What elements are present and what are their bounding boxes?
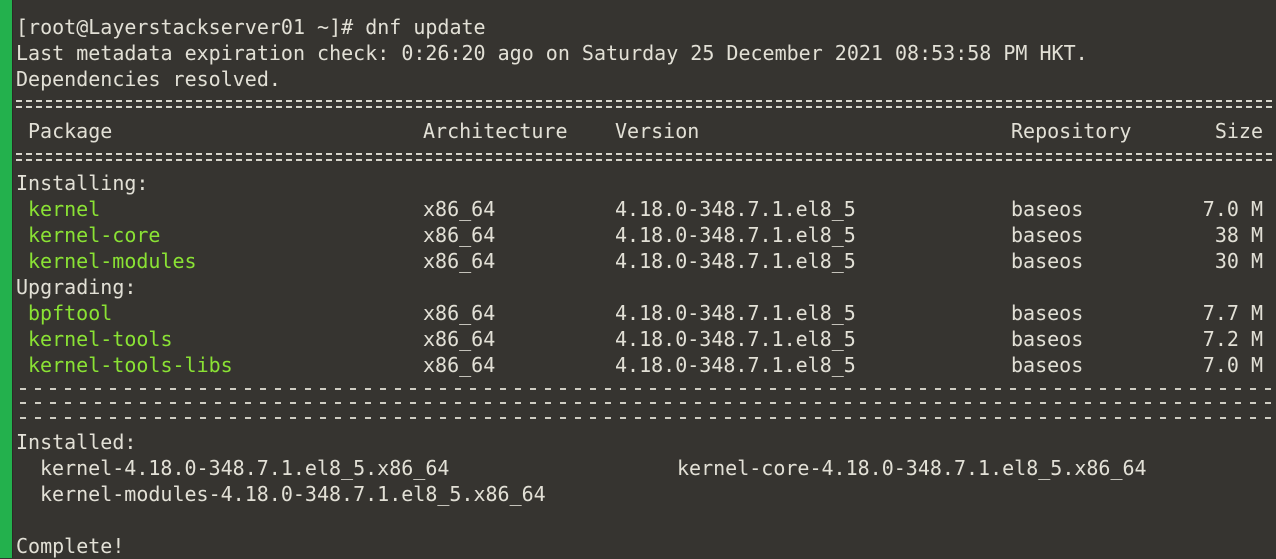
installed-label: Installed: xyxy=(16,430,137,454)
header-arch: Architecture xyxy=(423,119,568,143)
deps-line: Dependencies resolved. xyxy=(16,67,281,91)
divider xyxy=(12,0,13,558)
package-version: 4.18.0-348.7.1.el8_5 xyxy=(615,301,856,325)
package-size: 7.2 M xyxy=(1202,327,1263,351)
package-size: 7.0 M xyxy=(1202,197,1263,221)
package-repo: baseos xyxy=(1011,223,1084,247)
package-arch: x86_64 xyxy=(423,197,496,221)
package-name: kernel-modules xyxy=(28,249,197,273)
metadata-line: Last metadata expiration check: 0:26:20 … xyxy=(16,41,1088,65)
package-name: kernel-tools-libs xyxy=(28,353,233,377)
package-arch: x86_64 xyxy=(423,353,496,377)
package-name: kernel-core xyxy=(28,223,161,247)
installed-item: kernel-modules-4.18.0-348.7.1.el8_5.x86_… xyxy=(40,482,546,506)
package-version: 4.18.0-348.7.1.el8_5 xyxy=(615,197,856,221)
installed-item: kernel-core-4.18.0-348.7.1.el8_5.x86_64 xyxy=(677,456,1147,480)
upgrading-label: Upgrading: xyxy=(16,275,137,299)
package-size: 30 M xyxy=(1214,249,1263,273)
package-arch: x86_64 xyxy=(423,327,496,351)
installed-item: kernel-4.18.0-348.7.1.el8_5.x86_64 xyxy=(40,456,450,480)
dashed-separator xyxy=(20,417,1272,419)
header-repo: Repository xyxy=(1011,119,1132,143)
package-arch: x86_64 xyxy=(423,301,496,325)
separator-rule xyxy=(16,100,1272,108)
dashed-separator xyxy=(20,388,1272,390)
package-size: 38 M xyxy=(1214,223,1263,247)
package-repo: baseos xyxy=(1011,301,1084,325)
package-name: bpftool xyxy=(28,301,113,325)
complete-line: Complete! xyxy=(16,534,125,558)
separator-rule xyxy=(16,153,1272,161)
package-version: 4.18.0-348.7.1.el8_5 xyxy=(615,223,856,247)
package-version: 4.18.0-348.7.1.el8_5 xyxy=(615,353,856,377)
header-size: Size xyxy=(1214,119,1263,143)
package-arch: x86_64 xyxy=(423,249,496,273)
window-edge xyxy=(0,0,12,558)
package-repo: baseos xyxy=(1011,353,1084,377)
package-repo: baseos xyxy=(1011,327,1084,351)
header-package: Package xyxy=(28,119,113,143)
package-repo: baseos xyxy=(1011,197,1084,221)
package-size: 7.7 M xyxy=(1202,301,1263,325)
package-version: 4.18.0-348.7.1.el8_5 xyxy=(615,327,856,351)
installing-label: Installing: xyxy=(16,171,149,195)
dashed-separator xyxy=(20,402,1272,404)
package-repo: baseos xyxy=(1011,249,1084,273)
package-name: kernel-tools xyxy=(28,327,173,351)
package-version: 4.18.0-348.7.1.el8_5 xyxy=(615,249,856,273)
package-arch: x86_64 xyxy=(423,223,496,247)
prompt-line: [root@Layerstackserver01 ~]# dnf update xyxy=(16,15,486,39)
package-size: 7.0 M xyxy=(1202,353,1263,377)
package-name: kernel xyxy=(28,197,101,221)
header-version: Version xyxy=(615,119,700,143)
